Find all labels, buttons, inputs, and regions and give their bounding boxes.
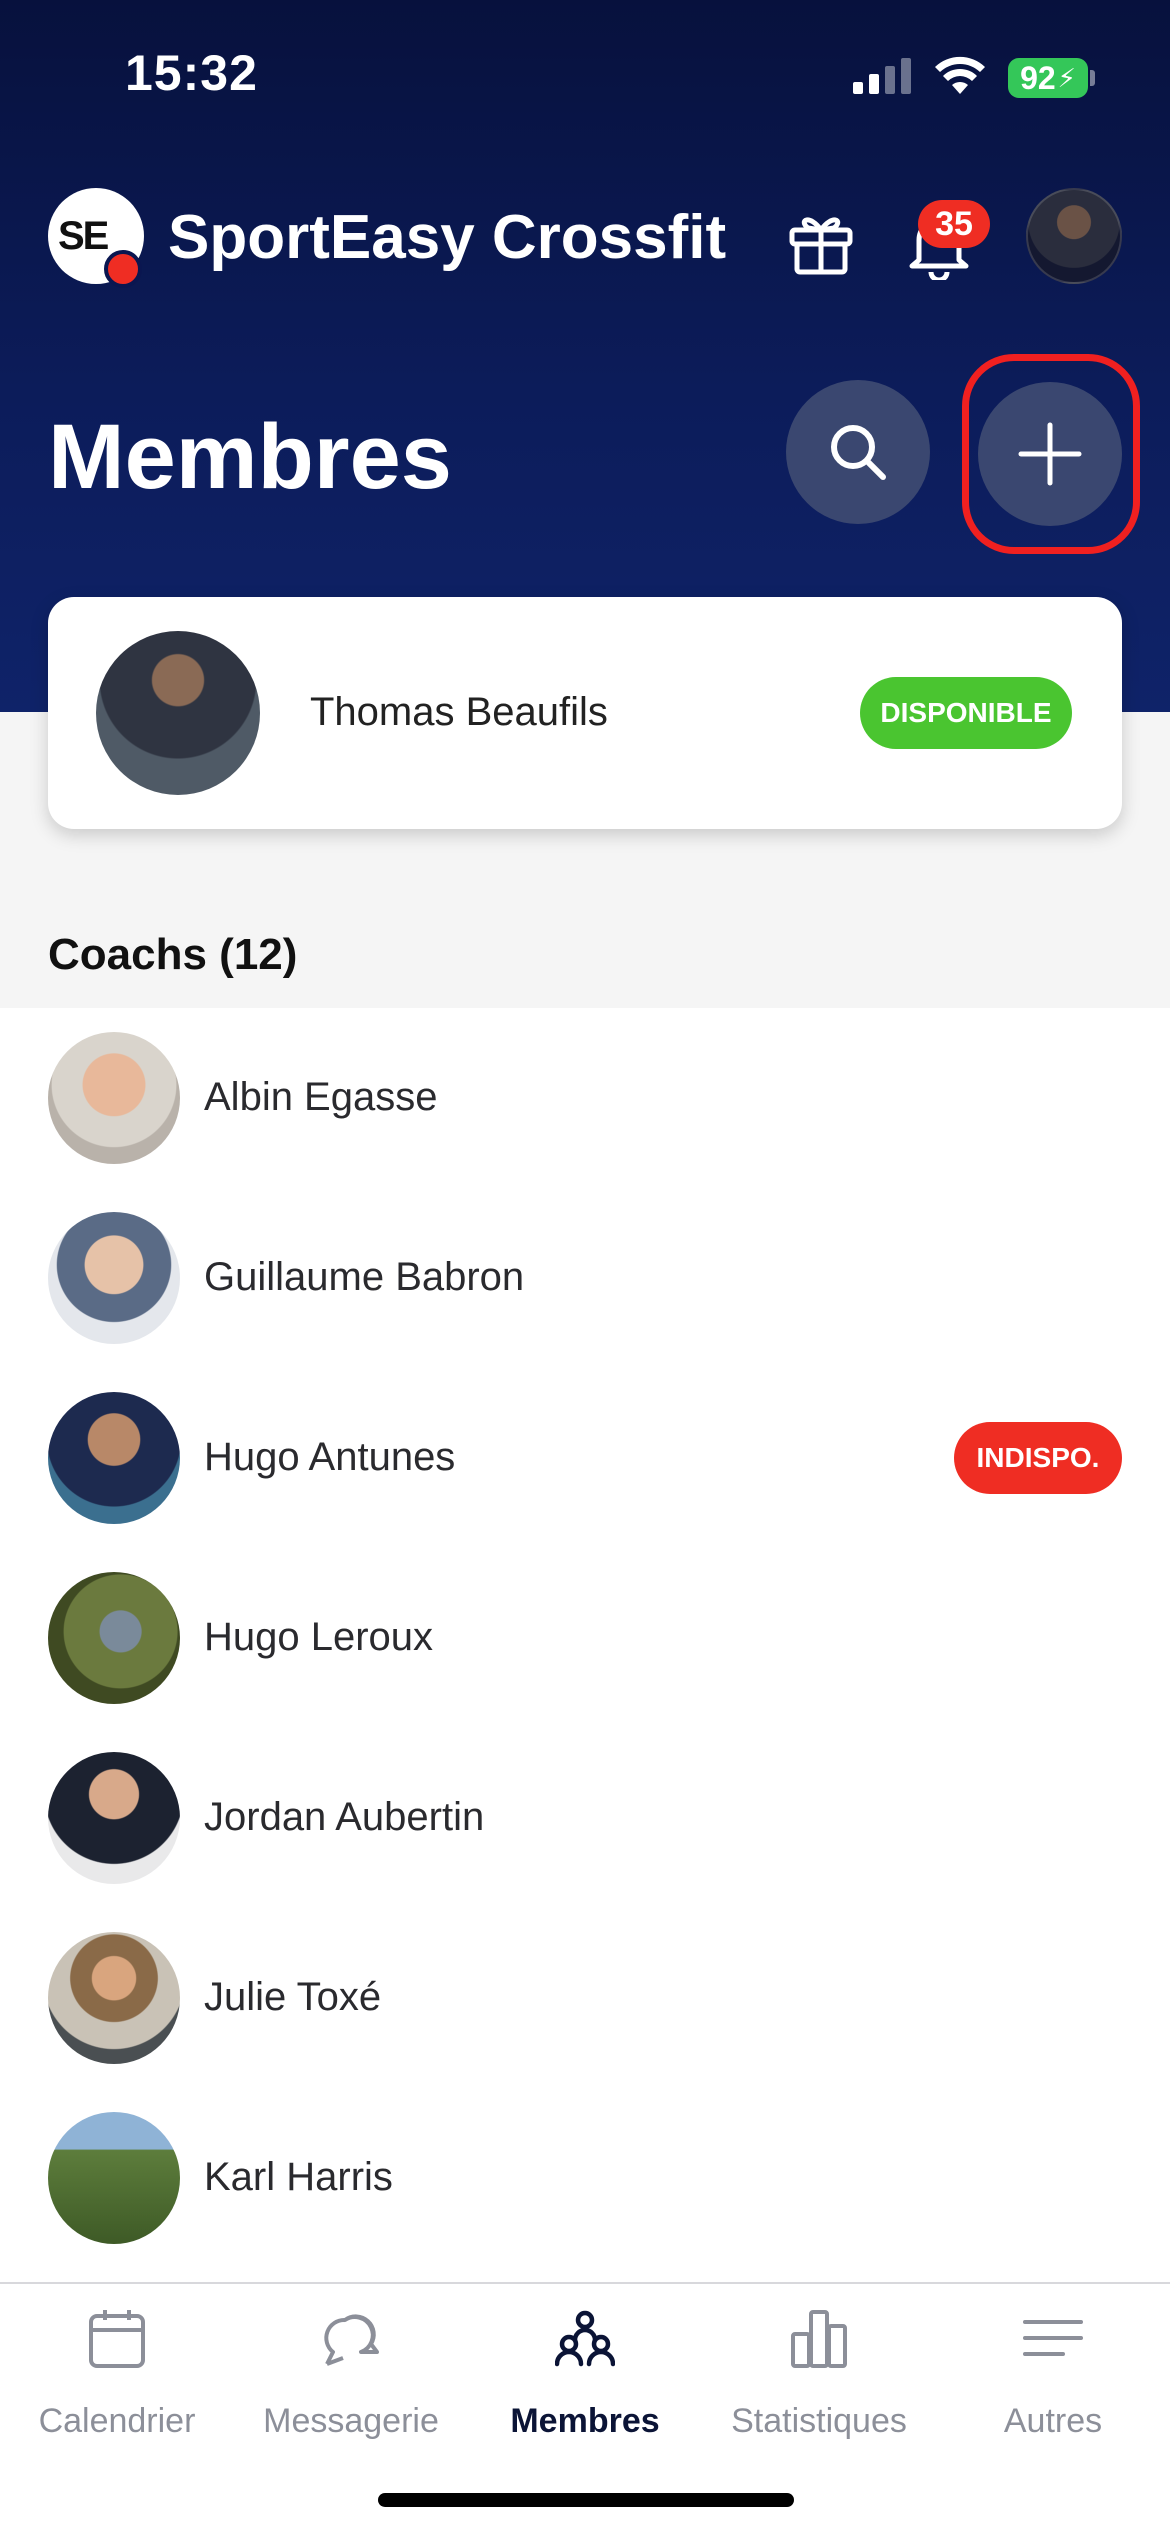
member-avatar: [48, 1032, 180, 1164]
chat-icon: [324, 2314, 379, 2366]
availability-badge[interactable]: DISPONIBLE: [860, 677, 1072, 749]
list-item[interactable]: Jordan Aubertin: [0, 1728, 1170, 1908]
member-name: Hugo Antunes: [204, 1435, 456, 1479]
current-user-name: Thomas Beaufils: [310, 690, 608, 734]
member-name: Albin Egasse: [204, 1075, 438, 1119]
member-avatar: [48, 1752, 180, 1884]
battery-icon: 92 ⚡: [1008, 58, 1088, 98]
member-name: Karl Harris: [204, 2155, 393, 2199]
user-avatar[interactable]: [1026, 188, 1122, 284]
plus-icon: [1018, 422, 1082, 486]
member-avatar: [48, 1932, 180, 2064]
member-avatar: [48, 1572, 180, 1704]
page-title: Membres: [48, 406, 452, 508]
list-item[interactable]: Hugo Leroux: [0, 1548, 1170, 1728]
tab-label: Messagerie: [263, 2402, 439, 2440]
status-bar: 15:32 92 ⚡: [0, 0, 1170, 150]
members-icon: [555, 2310, 615, 2367]
list-item[interactable]: Guillaume Babron: [0, 1188, 1170, 1368]
tab-messagerie[interactable]: Messagerie: [234, 2284, 468, 2454]
member-avatar: [48, 2112, 180, 2244]
search-icon: [831, 425, 886, 480]
list-item[interactable]: Julie Toxé: [0, 1908, 1170, 2088]
logo-text: SE: [58, 214, 109, 258]
members-list[interactable]: Albin Egasse Guillaume Babron Hugo Antun…: [0, 1008, 1170, 2282]
tab-label: Autres: [1003, 2402, 1103, 2440]
club-name[interactable]: SportEasy Crossfit: [168, 202, 726, 273]
calendar-icon: [89, 2310, 145, 2368]
member-name: Hugo Leroux: [204, 1615, 434, 1659]
member-avatar: [48, 1212, 180, 1344]
logo-status-dot: [104, 250, 142, 288]
add-member-button[interactable]: [978, 382, 1122, 526]
section-title: Coachs (12): [48, 930, 298, 979]
tab-calendrier[interactable]: Calendrier: [0, 2284, 234, 2454]
tab-label: Calendrier: [38, 2402, 196, 2440]
member-avatar: [48, 1392, 180, 1524]
member-name: Guillaume Babron: [204, 1255, 525, 1299]
tab-label: Membres: [510, 2402, 660, 2440]
member-name: Julie Toxé: [204, 1975, 382, 2019]
battery-cap: [1090, 70, 1095, 86]
menu-icon: [1023, 2320, 1083, 2356]
stats-icon: [791, 2310, 847, 2368]
wifi-icon: [935, 56, 985, 94]
gift-icon[interactable]: [786, 206, 856, 276]
tab-statistiques[interactable]: Statistiques: [702, 2284, 936, 2454]
home-indicator[interactable]: [378, 2493, 794, 2507]
unavailable-badge[interactable]: INDISPO.: [954, 1422, 1122, 1494]
search-button[interactable]: [786, 380, 930, 524]
member-name: Jordan Aubertin: [204, 1795, 485, 1839]
battery-level: 92: [1020, 59, 1056, 96]
tab-label: Statistiques: [731, 2402, 907, 2440]
charging-icon: ⚡: [1057, 62, 1076, 93]
current-user-card[interactable]: Thomas Beaufils DISPONIBLE: [48, 597, 1122, 829]
cellular-signal-icon: [853, 58, 911, 94]
list-item[interactable]: Karl Harris: [0, 2088, 1170, 2268]
top-bar: SE SportEasy Crossfit 35: [0, 180, 1170, 300]
notification-badge[interactable]: 35: [918, 200, 990, 248]
tab-membres[interactable]: Membres: [468, 2284, 702, 2454]
tab-autres[interactable]: Autres: [936, 2284, 1170, 2454]
status-time: 15:32: [125, 45, 258, 101]
list-item[interactable]: Hugo Antunes INDISPO.: [0, 1368, 1170, 1548]
list-item[interactable]: Albin Egasse: [0, 1008, 1170, 1188]
current-user-avatar: [96, 631, 260, 795]
